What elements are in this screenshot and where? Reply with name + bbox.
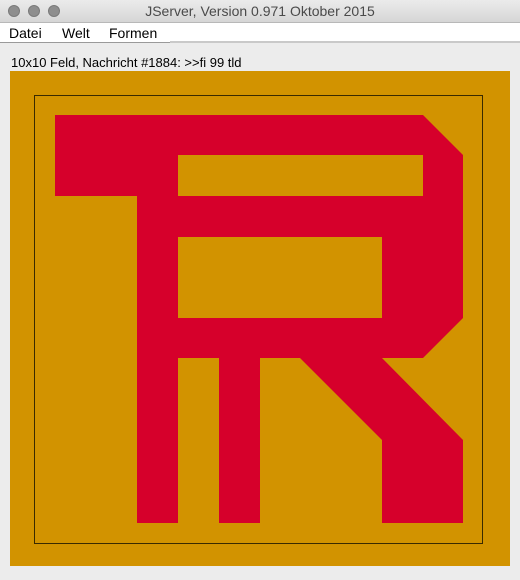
board-shapes — [55, 115, 463, 523]
middle-bar — [178, 196, 382, 237]
red-figure — [55, 115, 463, 523]
left-upper-stub — [55, 155, 137, 196]
main-stem — [137, 155, 178, 523]
diagonal-leg — [300, 358, 463, 523]
app-window: JServer, Version 0.971 Oktober 2015 Date… — [0, 0, 520, 580]
inner-leg — [219, 358, 260, 523]
